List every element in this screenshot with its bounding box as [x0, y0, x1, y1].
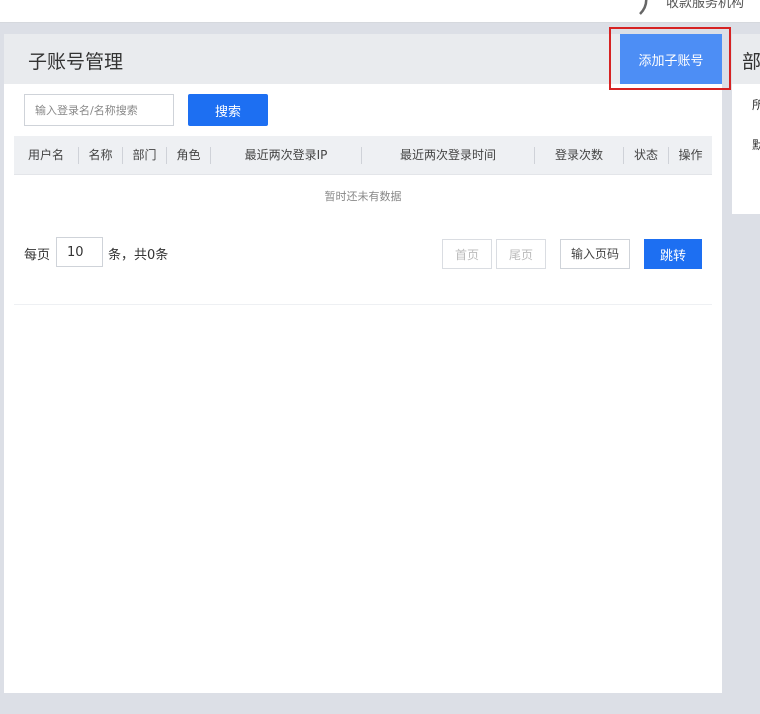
- column-header-last-login-time: 最近两次登录时间: [399, 148, 496, 162]
- empty-table-message: 暂时还未有数据: [324, 190, 402, 203]
- table-header: 用户名 名称 部门 角色 最近两次登录IP 最近两次登录时间 登录次数 状态 操…: [14, 136, 712, 175]
- first-page-button[interactable]: 首页: [442, 239, 492, 269]
- service-text: 收款服务机构: [666, 0, 745, 11]
- per-page-label: 每页: [24, 248, 51, 263]
- search-input[interactable]: [24, 94, 174, 126]
- column-header-username: 用户名: [27, 148, 64, 162]
- add-sub-account-button[interactable]: 添加子账号: [620, 34, 722, 84]
- logo-icon: [639, 0, 648, 15]
- sub-account-panel: 子账号管理 添加子账号 搜索 用户名 名称 部门 角色 最近两次登录IP 最近两…: [4, 34, 722, 693]
- column-header-role: 角色: [176, 148, 201, 162]
- panel-header: 子账号管理 添加子账号: [4, 34, 722, 84]
- department-item[interactable]: 默: [752, 136, 760, 153]
- department-panel: 部门 所 默: [732, 34, 760, 214]
- page-title: 子账号管理: [28, 51, 124, 73]
- column-header-actions: 操作: [678, 148, 703, 162]
- page-number-input[interactable]: [560, 239, 630, 269]
- total-count-text: 条，共0条: [108, 248, 169, 263]
- column-header-department: 部门: [132, 148, 157, 162]
- jump-button[interactable]: 跳转: [644, 239, 702, 269]
- search-button[interactable]: 搜索: [188, 94, 268, 126]
- department-item[interactable]: 所: [752, 96, 760, 113]
- divider: [14, 304, 712, 305]
- column-header-name: 名称: [88, 148, 113, 162]
- column-header-login-count: 登录次数: [554, 148, 603, 162]
- top-bar: 收款服务机构: [0, 0, 760, 23]
- department-panel-title: 部门: [742, 51, 760, 73]
- column-header-status: 状态: [633, 148, 658, 162]
- column-header-last-login-ip: 最近两次登录IP: [244, 148, 328, 162]
- page-size-input[interactable]: [56, 237, 103, 267]
- last-page-button[interactable]: 尾页: [496, 239, 546, 269]
